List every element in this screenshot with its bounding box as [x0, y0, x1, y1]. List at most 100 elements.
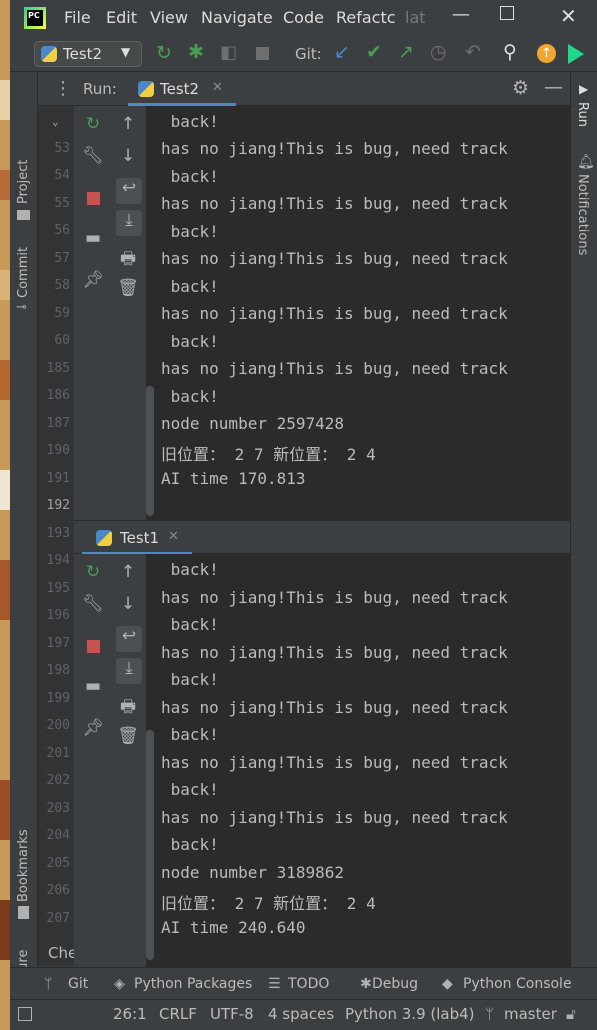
line-number: 197: [46, 636, 70, 651]
tab-close-icon[interactable]: ✕: [168, 529, 179, 544]
options-menu-icon[interactable]: ⋮: [54, 78, 72, 99]
line-number: 203: [46, 801, 70, 816]
tab-test1[interactable]: Test1 ✕: [82, 521, 192, 555]
tab-python-packages[interactable]: Python Packages: [134, 976, 252, 992]
run-tools-column-2: ↻ 🔧︎ ▬ 📌︎ ↑ ↓ ↩ ⤓ 🖶 🗑︎: [74, 554, 146, 967]
git-branch-icon: ᛘ: [44, 976, 53, 992]
scrollbar[interactable]: [146, 730, 154, 960]
console-line: has no jiang!This is bug, need track: [161, 194, 508, 213]
git-label: Git:: [295, 45, 322, 63]
console-line: back!: [161, 835, 219, 854]
line-number: 199: [46, 691, 70, 706]
soft-wrap-icon[interactable]: ↩: [116, 178, 142, 204]
git-branch[interactable]: master: [504, 1005, 557, 1023]
arrow-up-icon[interactable]: ↑: [117, 114, 139, 134]
settings-gear-icon[interactable]: ⚙: [512, 77, 529, 99]
rerun-icon[interactable]: ↻: [82, 114, 104, 134]
scroll-to-end-icon[interactable]: ⤓: [116, 658, 142, 684]
line-number: 53: [54, 141, 70, 156]
notifications-tab[interactable]: Notifications: [575, 174, 590, 255]
run-tab[interactable]: Run: [575, 102, 590, 127]
scroll-to-end-icon[interactable]: ⤓: [116, 210, 142, 236]
tab-test2[interactable]: Test2 ✕: [128, 72, 236, 106]
console-line: AI time 240.640: [161, 918, 306, 937]
search-icon[interactable]: ⚲: [503, 41, 517, 63]
file-encoding[interactable]: UTF-8: [210, 1005, 254, 1023]
print-icon[interactable]: 🖶: [117, 694, 139, 723]
trash-icon[interactable]: 🗑︎: [117, 278, 139, 298]
stop-icon[interactable]: [256, 47, 269, 60]
close-icon[interactable]: ✕: [560, 4, 577, 28]
lock-icon[interactable]: 🔓︎: [566, 1005, 576, 1023]
menu-navigate[interactable]: Navigate: [201, 8, 273, 27]
tab-debug[interactable]: Debug: [372, 976, 418, 992]
console-line: has no jiang!This is bug, need track: [161, 249, 508, 268]
main-toolbar: Test2 ▼ ↻ ✱ ◧ Git: ↙ ✔ ↗ ◷ ↶ ⚲ ↑: [10, 36, 597, 72]
status-bar: 26:1 CRLF UTF-8 4 spaces Python 3.9 (lab…: [10, 999, 597, 1030]
tab-python-console[interactable]: Python Console: [463, 976, 572, 992]
tab-label: Test1: [120, 529, 160, 547]
python-icon: [138, 81, 154, 97]
tab-todo[interactable]: TODO: [288, 976, 329, 992]
console-line: back!: [161, 112, 219, 131]
layout-icon[interactable]: ▬: [82, 676, 104, 696]
caret-position[interactable]: 26:1: [113, 1005, 147, 1023]
console-line: back!: [161, 615, 219, 634]
project-tab[interactable]: Project: [16, 160, 31, 204]
git-push-icon[interactable]: ↗: [398, 41, 414, 63]
toggle-panels-icon[interactable]: [18, 1007, 32, 1021]
console-line: node number 2597428: [161, 414, 345, 433]
menu-code[interactable]: Code: [283, 8, 324, 27]
soft-wrap-icon[interactable]: ↩: [116, 626, 142, 652]
wrench-icon[interactable]: 🔧︎: [82, 146, 104, 166]
menu-file[interactable]: File: [64, 8, 91, 27]
debug-bug-icon[interactable]: ✱: [188, 41, 204, 63]
commit-tab[interactable]: Commit: [16, 247, 31, 298]
project-name-fragment: lat: [405, 8, 426, 27]
pin-icon[interactable]: 📌︎: [82, 718, 104, 738]
console-line: back!: [161, 277, 219, 296]
arrow-up-icon[interactable]: ↑: [117, 562, 139, 582]
scrollbar[interactable]: [146, 386, 154, 516]
layers-icon: ◈: [114, 976, 125, 992]
layout-icon[interactable]: ▬: [82, 228, 104, 248]
stop-icon[interactable]: [87, 640, 100, 653]
maximize-icon[interactable]: [500, 6, 514, 20]
editor-tab-fragment[interactable]: Che: [48, 944, 77, 962]
git-update-icon[interactable]: ↙: [334, 41, 350, 63]
right-tool-stripe: ▶ Run 🔔︎ Notifications: [570, 72, 597, 967]
tab-git[interactable]: Git: [68, 976, 88, 992]
pin-icon[interactable]: 📌︎: [82, 270, 104, 290]
menu-view[interactable]: View: [150, 8, 188, 27]
arrow-down-icon[interactable]: ↓: [117, 146, 139, 166]
minimize-icon[interactable]: —: [452, 4, 470, 25]
coverage-icon[interactable]: ◧: [220, 42, 237, 63]
run-tools-column-1: ↻ 🔧︎ ▬ 📌︎ ↑ ↓ ↩ ⤓ 🖶 🗑︎: [74, 106, 146, 520]
indent-setting[interactable]: 4 spaces: [268, 1005, 334, 1023]
stop-icon[interactable]: [87, 192, 100, 205]
run-config-selector[interactable]: Test2 ▼: [34, 41, 142, 67]
update-icon[interactable]: ↑: [537, 44, 556, 63]
print-icon[interactable]: 🖶: [117, 246, 139, 275]
line-separator[interactable]: CRLF: [159, 1005, 197, 1023]
bookmarks-tab[interactable]: Bookmarks: [16, 829, 31, 902]
wrench-icon[interactable]: 🔧︎: [82, 594, 104, 614]
rerun-icon[interactable]: ↻: [82, 562, 104, 582]
history-icon[interactable]: ◷: [430, 41, 447, 63]
line-number: 191: [46, 471, 70, 486]
console-line: back!: [161, 167, 219, 186]
rollback-icon[interactable]: ↶: [465, 41, 481, 63]
menu-edit[interactable]: Edit: [106, 8, 137, 27]
line-number: 58: [54, 278, 70, 293]
hide-panel-icon[interactable]: —: [544, 76, 563, 98]
tab-close-icon[interactable]: ✕: [212, 80, 223, 95]
arrow-down-icon[interactable]: ↓: [117, 594, 139, 614]
bottom-tool-tabs: ᛘ Git ◈ Python Packages ☰ TODO ✱ Debug ◆…: [10, 967, 597, 999]
python-interpreter[interactable]: Python 3.9 (lab4): [345, 1005, 475, 1023]
trash-icon[interactable]: 🗑︎: [117, 726, 139, 746]
git-commit-icon[interactable]: ✔: [366, 41, 382, 63]
menu-refactor[interactable]: Refactc: [336, 8, 396, 27]
console-line: has no jiang!This is bug, need track: [161, 808, 508, 827]
code-with-me-icon[interactable]: [568, 44, 584, 64]
rerun-icon[interactable]: ↻: [156, 42, 172, 64]
